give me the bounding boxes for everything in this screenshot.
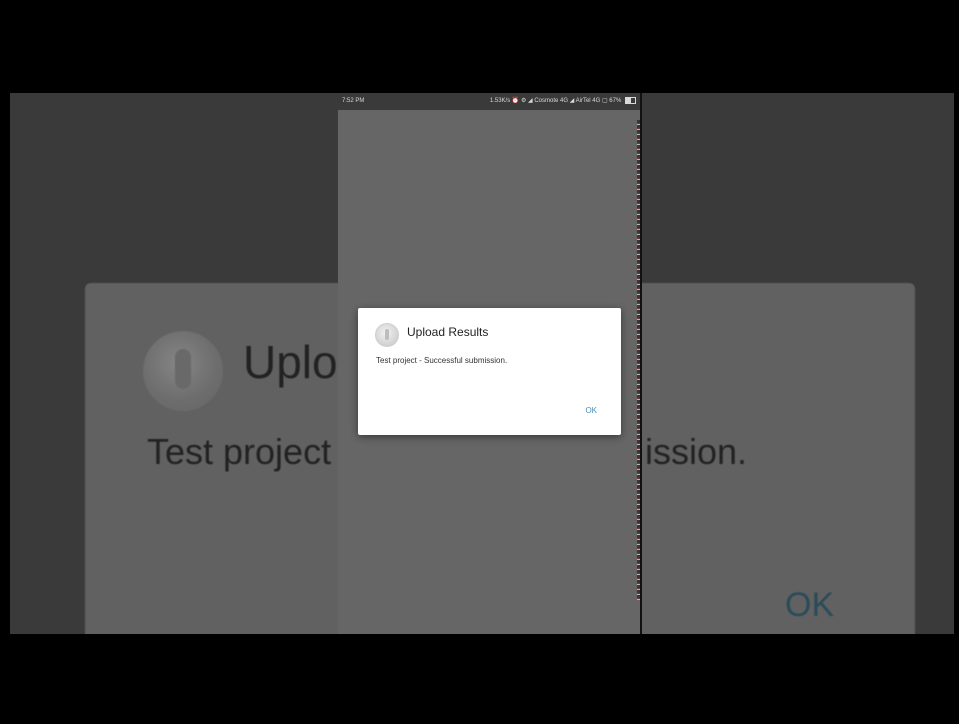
- video-frame: Uploa Test project ission. OK 7:52 PM 1.…: [0, 0, 959, 724]
- background-dialog-message-right: ission.: [645, 431, 748, 472]
- app-logo-icon: [143, 331, 223, 411]
- letterbox-top: [0, 0, 959, 93]
- status-indicators: 1.53K/s ⏰ ⚙ ◢ Cosmote 4G ◢ AirTel 4G ▢ 6…: [490, 93, 636, 110]
- battery-icon: [625, 96, 636, 104]
- status-time: 7:52 PM: [342, 98, 365, 104]
- background-dialog-message-left: Test project: [147, 431, 332, 472]
- background-ok-button: OK: [785, 586, 835, 624]
- status-indicators-text: 1.53K/s ⏰ ⚙ ◢ Cosmote 4G ◢ AirTel 4G ▢ 6…: [489, 98, 622, 104]
- upload-results-dialog: Upload Results Test project - Successful…: [358, 308, 621, 435]
- ok-button[interactable]: OK: [581, 404, 601, 417]
- dialog-title: Upload Results: [407, 325, 489, 339]
- edge-artifact: [637, 120, 640, 600]
- dialog-message: Test project - Successful submission.: [376, 356, 508, 365]
- phone-screen: 7:52 PM 1.53K/s ⏰ ⚙ ◢ Cosmote 4G ◢ AirTe…: [338, 93, 642, 634]
- app-logo-icon: [375, 323, 399, 347]
- letterbox-bottom: [0, 634, 959, 724]
- status-bar: 7:52 PM 1.53K/s ⏰ ⚙ ◢ Cosmote 4G ◢ AirTe…: [338, 93, 640, 110]
